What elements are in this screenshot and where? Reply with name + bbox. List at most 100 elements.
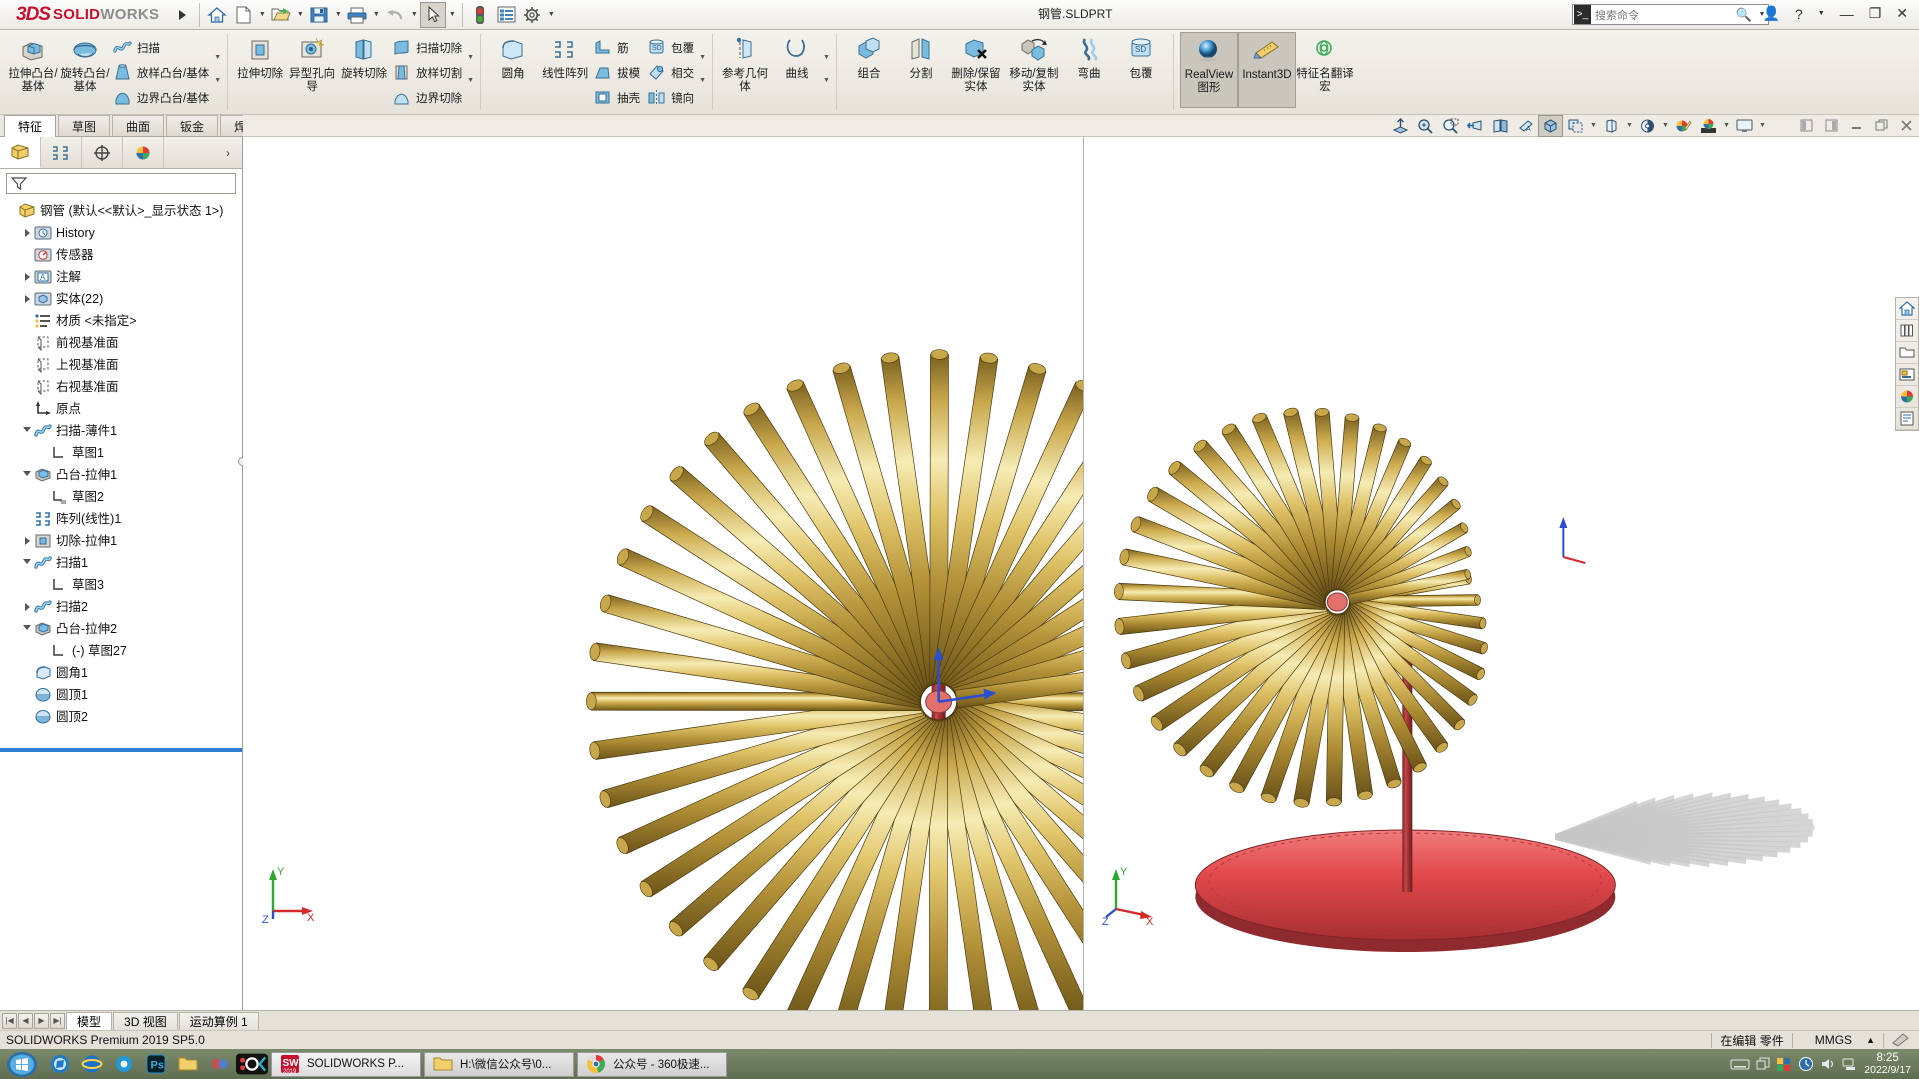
tree-expand-arrow-icon[interactable]: [20, 603, 34, 611]
tree-item[interactable]: A 注解: [4, 266, 242, 288]
select-icon[interactable]: [420, 1, 447, 28]
volume-icon[interactable]: [1820, 1057, 1836, 1071]
tree-item[interactable]: 草图2: [4, 486, 242, 508]
status-units-caret[interactable]: ▲: [1866, 1035, 1875, 1045]
apply-scene-dropdown[interactable]: ▼: [1660, 122, 1671, 129]
tree-item[interactable]: (-) 草图27: [4, 640, 242, 662]
feature-manager-tab[interactable]: [0, 137, 41, 168]
ok-icon[interactable]: [236, 1049, 268, 1079]
doc-tab-model[interactable]: 模型: [66, 1011, 113, 1030]
panel-expand-button[interactable]: ›: [214, 137, 242, 168]
reference-geometry-button[interactable]: 参考几何体: [719, 32, 771, 94]
tree-item[interactable]: 前视基准面: [4, 332, 242, 354]
loft-dropdown[interactable]: ▼: [214, 77, 221, 84]
clock-icon[interactable]: [1798, 1056, 1814, 1072]
revolve-cut-button[interactable]: 旋转切除: [338, 32, 390, 81]
minimize-button[interactable]: —: [1835, 4, 1859, 24]
status-units[interactable]: MMGS: [1801, 1033, 1866, 1047]
home-icon[interactable]: [204, 2, 230, 28]
doc-tab-motion-study[interactable]: 运动算例 1: [178, 1011, 259, 1030]
tree-item[interactable]: 传感器: [4, 244, 242, 266]
move-copy-body-button[interactable]: 移动/复制实体: [1005, 32, 1063, 94]
tree-item[interactable]: 切除-拉伸1: [4, 530, 242, 552]
sw-resources-icon[interactable]: [1896, 298, 1918, 320]
minimize-doc-icon[interactable]: [1844, 115, 1869, 137]
sweep-dropdown[interactable]: ▼: [214, 54, 221, 61]
hide-show-items-icon[interactable]: [1599, 115, 1624, 137]
viewport-icon[interactable]: [1732, 115, 1757, 137]
property-manager-tab[interactable]: [41, 137, 82, 168]
taskbar-item-solidworks[interactable]: SW 2019 SOLIDWORKS P...: [271, 1051, 421, 1077]
tree-item[interactable]: 实体(22): [4, 288, 242, 310]
tree-item[interactable]: 圆顶2: [4, 706, 242, 728]
tree-item[interactable]: 原点: [4, 398, 242, 420]
mirror-button[interactable]: 镜向: [645, 85, 699, 110]
save-dropdown[interactable]: ▼: [332, 2, 344, 28]
user-account-icon[interactable]: 👤: [1758, 3, 1785, 24]
view-cube-icon[interactable]: [1538, 114, 1563, 137]
help-icon[interactable]: ?: [1790, 4, 1808, 24]
extrude-boss-button[interactable]: 拉伸凸台/基体: [7, 32, 59, 94]
menu-expand-arrow[interactable]: [169, 2, 195, 28]
zoom-to-area-icon[interactable]: [1413, 115, 1438, 137]
tree-item[interactable]: 圆角1: [4, 662, 242, 684]
instant3d-button[interactable]: Instant3D: [1237, 32, 1296, 108]
tree-item[interactable]: 扫描1: [4, 552, 242, 574]
split-button[interactable]: 分割: [895, 32, 947, 81]
shell-button[interactable]: 抽壳: [591, 85, 645, 110]
doc-tab-3dviews[interactable]: 3D 视图: [113, 1011, 178, 1030]
tree-root-item[interactable]: 钢管 (默认<<默认>_显示状态 1>): [4, 200, 242, 222]
draft-button[interactable]: 拔模: [591, 60, 645, 85]
restore-doc-icon[interactable]: [1869, 115, 1894, 137]
save-icon[interactable]: [306, 2, 332, 28]
boundary-cut-button[interactable]: 边界切除: [390, 85, 467, 110]
tree-item[interactable]: 右视基准面: [4, 376, 242, 398]
tree-item[interactable]: 圆顶1: [4, 684, 242, 706]
translate-macro-button[interactable]: 特征名翻译宏: [1296, 32, 1354, 94]
view-settings-dropdown[interactable]: ▼: [1721, 122, 1732, 129]
close-button[interactable]: ✕: [1891, 3, 1913, 24]
gear-icon[interactable]: [519, 2, 545, 28]
print-icon[interactable]: [344, 2, 370, 28]
search-scope-icon[interactable]: >_: [1574, 5, 1591, 24]
curves-dropdown[interactable]: ▼: [823, 77, 830, 84]
undo-icon[interactable]: [382, 2, 408, 28]
restore-button[interactable]: ❐: [1864, 3, 1887, 24]
display-manager-tab[interactable]: [123, 137, 164, 168]
tree-item[interactable]: 凸台-拉伸1: [4, 464, 242, 486]
tree-expand-arrow-icon[interactable]: [20, 295, 34, 303]
display-style-dropdown[interactable]: ▼: [1588, 122, 1599, 129]
search-icon[interactable]: 🔍: [1736, 7, 1756, 23]
iso-view-viewport[interactable]: Y X Z: [1084, 137, 1919, 1010]
new-doc-icon[interactable]: [230, 2, 256, 28]
tree-expand-arrow-icon[interactable]: [20, 470, 34, 480]
hole-wizard-button[interactable]: 异型孔向导: [286, 32, 338, 94]
tree-item[interactable]: 草图1: [4, 442, 242, 464]
zoom-to-fit-icon[interactable]: [1388, 115, 1413, 137]
nav-prev-button[interactable]: ◀: [18, 1012, 33, 1029]
delete-keep-body-button[interactable]: 删除/保留实体: [947, 32, 1005, 94]
edit-appearance-icon[interactable]: [1671, 115, 1696, 137]
start-orb-icon[interactable]: [0, 1049, 44, 1079]
display-style-icon[interactable]: [1563, 115, 1588, 137]
keyboard-icon[interactable]: [1730, 1057, 1750, 1071]
tab-surfaces[interactable]: 曲面: [112, 115, 165, 136]
apply-scene-icon[interactable]: [1635, 115, 1660, 137]
app-icon-1[interactable]: [204, 1049, 236, 1079]
taskbar-item-folder[interactable]: H:\微信公众号\0...: [424, 1051, 574, 1077]
curves-button[interactable]: 曲线: [771, 32, 823, 81]
rib-button[interactable]: 筋: [591, 35, 645, 60]
tree-item[interactable]: 材质 <未指定>: [4, 310, 242, 332]
ie-icon[interactable]: [76, 1049, 108, 1079]
custom-properties-icon[interactable]: [1896, 408, 1918, 430]
tree-item[interactable]: 凸台-拉伸2: [4, 618, 242, 640]
design-library-icon[interactable]: [1896, 320, 1918, 342]
previous-view-icon[interactable]: [1463, 115, 1488, 137]
network-icon[interactable]: [1842, 1057, 1858, 1071]
sweep-button[interactable]: 扫描: [111, 35, 214, 60]
tree-expand-arrow-icon[interactable]: [20, 426, 34, 436]
pattern-dropdown[interactable]: ▼: [699, 77, 706, 84]
nav-last-button[interactable]: ▶|: [50, 1012, 65, 1029]
wrap-button[interactable]: SD 包覆: [645, 35, 699, 60]
fillet-button[interactable]: 圆角: [487, 32, 539, 81]
